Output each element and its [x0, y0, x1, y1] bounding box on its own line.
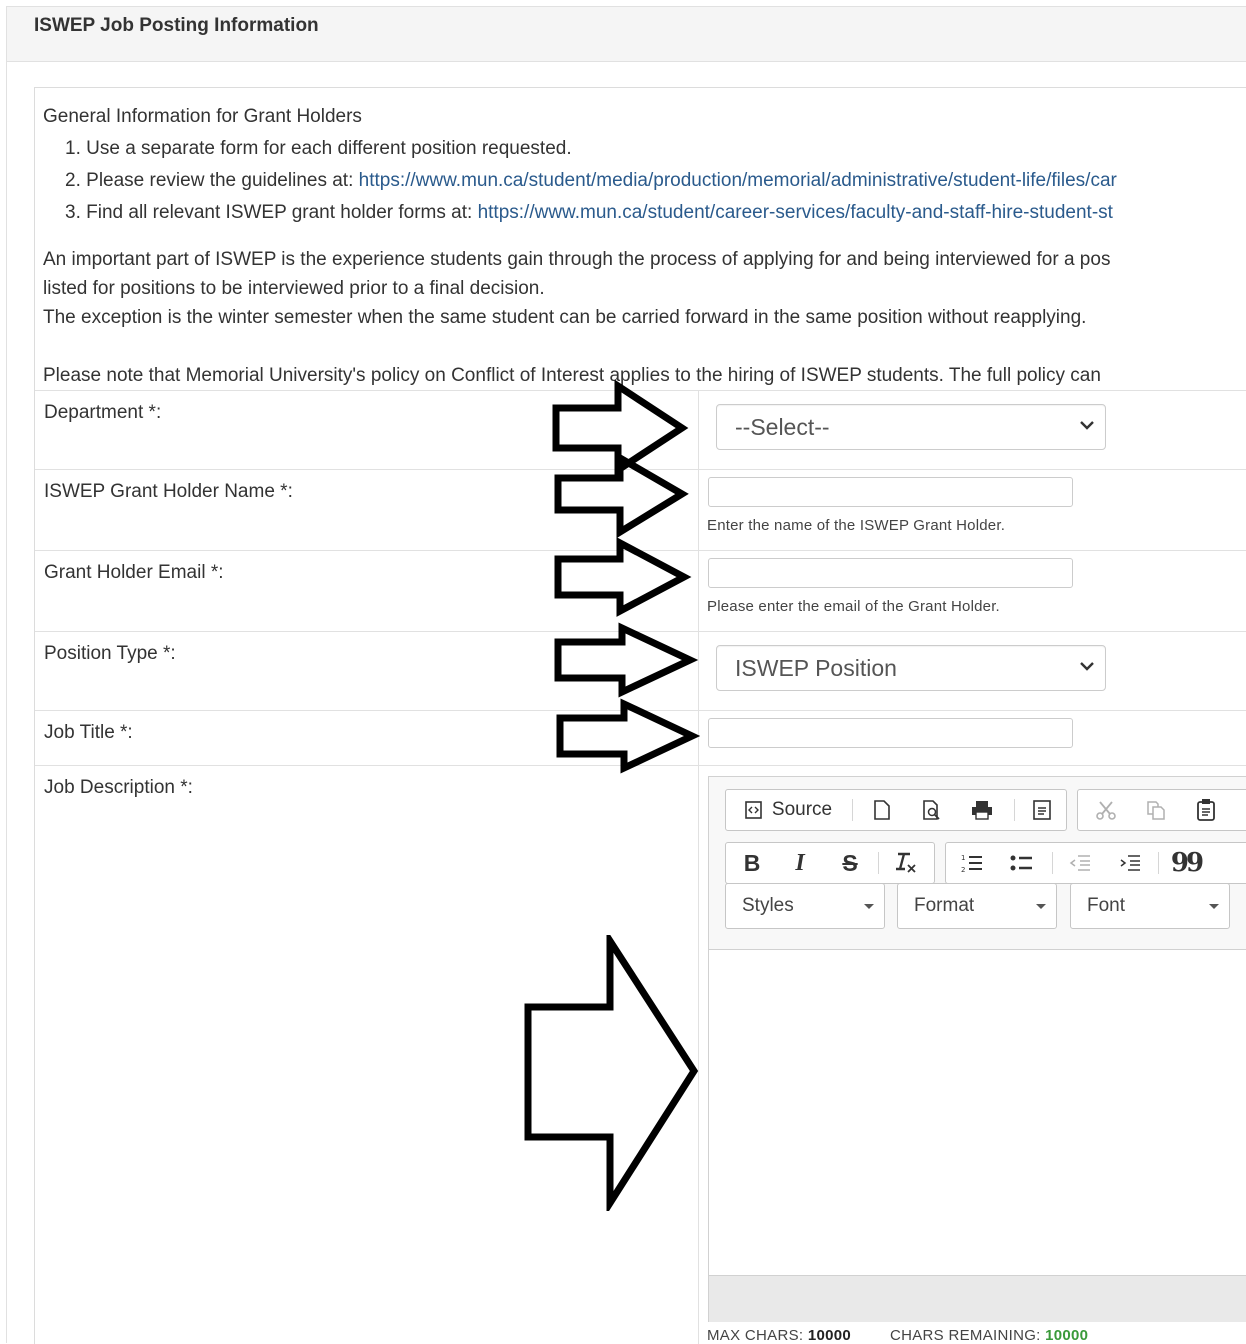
info-item-1: 1. Use a separate form for each differen…: [65, 138, 572, 159]
job-title-label: Job Title *:: [44, 722, 133, 743]
panel-title: ISWEP Job Posting Information: [34, 15, 319, 36]
blockquote-button[interactable]: 99: [1164, 843, 1208, 883]
source-label: Source: [771, 799, 833, 820]
toolbar-separator: [878, 852, 879, 874]
info-paragraph-line-1: An important part of ISWEP is the experi…: [43, 249, 1111, 270]
editor-status-bar: [709, 1275, 1246, 1322]
forms-link[interactable]: https://www.mun.ca/student/career-servic…: [478, 202, 1113, 223]
info-paragraph-line-3: The exception is the winter semester whe…: [43, 307, 1087, 328]
toolbar-group-basic-styles: B I S: [725, 842, 935, 884]
cut-button[interactable]: [1086, 790, 1126, 830]
italic-button[interactable]: I: [780, 843, 820, 883]
numbered-list-icon: 12: [961, 854, 982, 873]
arrow-right-icon: [524, 935, 699, 1211]
print-button[interactable]: [962, 790, 1002, 830]
styles-combo-label: Styles: [742, 895, 794, 916]
editor-content-area[interactable]: [709, 950, 1246, 1275]
numbered-list-button[interactable]: 12: [950, 843, 994, 883]
info-item-2: 2. Please review the guidelines at: http…: [65, 170, 1117, 191]
indent-icon: [1120, 855, 1140, 871]
cut-icon: [1096, 801, 1116, 820]
strikethrough-button[interactable]: S: [830, 843, 870, 883]
panel-heading: ISWEP Job Posting Information: [7, 7, 1246, 62]
format-combo-label: Format: [914, 895, 975, 916]
job-description-label: Job Description *:: [44, 777, 193, 798]
caret-down-icon: [864, 904, 874, 909]
rich-text-editor: Source B I S 1 2 99 Styles Format Font: [708, 776, 1246, 1322]
grant-holder-name-help: Enter the name of the ISWEP Grant Holder…: [707, 517, 1006, 534]
job-title-input[interactable]: [708, 718, 1073, 748]
editor-toolbar: Source B I S 1 2 99 Styles Format Font: [709, 777, 1246, 950]
new-page-icon: [874, 800, 890, 820]
source-button[interactable]: Source: [738, 790, 838, 830]
copy-icon: [1147, 801, 1165, 820]
toolbar-group-document: Source: [725, 789, 1067, 831]
info-item-3: 3. Find all relevant ISWEP grant holder …: [65, 202, 1113, 223]
chars-remaining-value: 10000: [1045, 1327, 1089, 1344]
info-heading: General Information for Grant Holders: [43, 106, 362, 127]
chars-remaining-label: CHARS REMAINING:: [889, 1327, 1041, 1344]
paste-button[interactable]: [1186, 790, 1226, 830]
department-selected-value: --Select--: [735, 414, 830, 440]
grant-holder-email-input[interactable]: [708, 558, 1073, 588]
position-type-label: Position Type *:: [44, 643, 176, 664]
svg-text:1: 1: [961, 854, 965, 862]
remove-format-icon: [896, 852, 916, 873]
position-type-select[interactable]: ISWEP Position: [716, 645, 1106, 691]
preview-icon: [923, 800, 940, 820]
toolbar-separator: [1158, 852, 1159, 874]
paste-icon: [1197, 799, 1215, 821]
toolbar-separator: [1014, 799, 1015, 821]
outdent-icon: [1069, 855, 1090, 871]
grant-holder-email-label: Grant Holder Email *:: [44, 562, 224, 583]
max-chars-label: MAX CHARS:: [707, 1327, 804, 1344]
caret-down-icon: [1036, 904, 1046, 909]
arrow-right-icon: [556, 698, 700, 774]
chevron-down-icon: [1080, 421, 1094, 430]
indent-button[interactable]: [1108, 843, 1152, 883]
font-combo-label: Font: [1087, 895, 1126, 916]
preview-button[interactable]: [912, 790, 952, 830]
position-type-selected-value: ISWEP Position: [735, 655, 897, 681]
copy-button[interactable]: [1136, 790, 1176, 830]
outdent-button[interactable]: [1058, 843, 1102, 883]
font-combo[interactable]: Font: [1070, 883, 1230, 929]
bulleted-list-button[interactable]: [1000, 843, 1044, 883]
templates-icon: [1033, 800, 1051, 820]
styles-combo[interactable]: Styles: [725, 883, 885, 929]
grant-holder-name-input[interactable]: [708, 477, 1073, 507]
department-label: Department *:: [44, 402, 162, 423]
remove-format-button[interactable]: [886, 843, 926, 883]
info-paragraph-line-2: listed for positions to be interviewed p…: [43, 278, 545, 299]
guidelines-link[interactable]: https://www.mun.ca/student/media/product…: [359, 170, 1117, 191]
format-combo[interactable]: Format: [897, 883, 1057, 929]
bold-button[interactable]: B: [732, 843, 772, 883]
toolbar-group-paragraph: 12 99: [945, 842, 1246, 884]
toolbar-separator: [1052, 852, 1053, 874]
arrow-right-icon: [554, 622, 698, 698]
bulleted-list-icon: [1010, 855, 1032, 871]
arrow-right-icon: [554, 452, 689, 539]
department-select[interactable]: --Select--: [716, 404, 1106, 450]
chevron-down-icon: [1080, 662, 1094, 671]
new-page-button[interactable]: [862, 790, 902, 830]
grant-holder-name-label: ISWEP Grant Holder Name *:: [44, 481, 293, 502]
max-chars-value: 10000: [807, 1327, 852, 1344]
toolbar-separator: [852, 799, 853, 821]
toolbar-group-clipboard: [1077, 789, 1246, 831]
templates-button[interactable]: [1022, 790, 1062, 830]
source-icon: [745, 801, 762, 819]
print-icon: [972, 801, 992, 820]
char-counter: MAX CHARS: 10000 CHARS REMAINING: 10000: [707, 1327, 1088, 1344]
caret-down-icon: [1209, 904, 1219, 909]
grant-holder-email-help: Please enter the email of the Grant Hold…: [707, 598, 1000, 615]
svg-text:2: 2: [961, 866, 965, 873]
arrow-right-icon: [554, 537, 692, 617]
